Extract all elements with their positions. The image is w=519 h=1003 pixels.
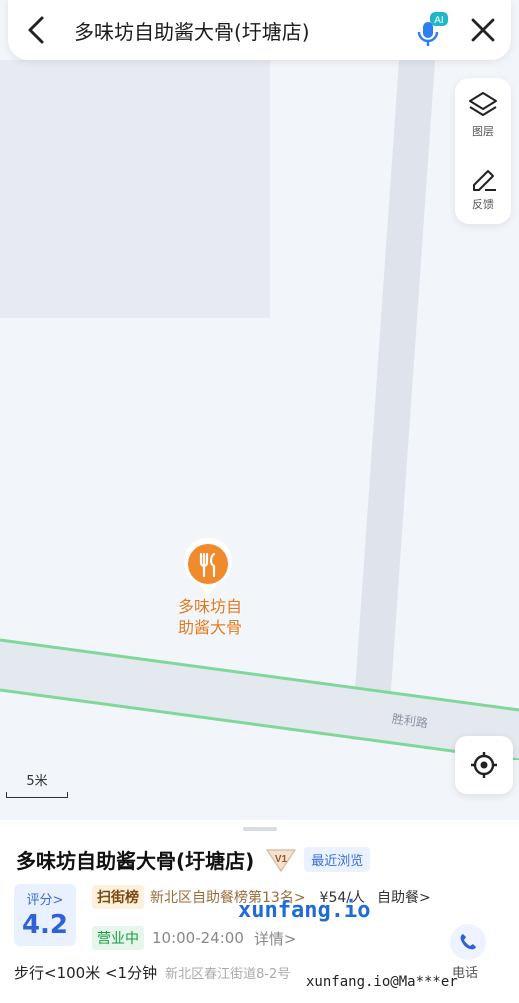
- restaurant-pin-icon[interactable]: [182, 538, 234, 598]
- watermark-corner: xunfang.io@Ma***er: [306, 974, 458, 990]
- business-hours-row: 营业中 10:00-24:00 详情>: [92, 926, 296, 950]
- open-status-badge: 营业中: [92, 926, 144, 950]
- crosshair-icon: [471, 752, 497, 778]
- search-title[interactable]: 多味坊自助酱大骨(圩塘店): [64, 16, 411, 45]
- close-icon: [471, 18, 495, 42]
- map-poi-label[interactable]: 多味坊自 助酱大骨: [160, 596, 260, 638]
- map-tools-panel: 图层 反馈: [455, 78, 511, 224]
- watermark-center: xunfang.io: [238, 898, 371, 923]
- layers-icon: [469, 92, 497, 116]
- hours-detail-link[interactable]: 详情>: [254, 928, 297, 949]
- ai-voice-icon: AI: [417, 12, 448, 46]
- opening-hours: 10:00-24:00: [152, 929, 244, 947]
- phone-icon: [460, 934, 476, 950]
- feedback-label: 反馈: [472, 198, 494, 211]
- poi-title-row: 多味坊自助酱大骨(圩塘店) V1 最近浏览: [16, 845, 371, 874]
- feedback-button[interactable]: 反馈: [455, 151, 511, 224]
- close-button[interactable]: [455, 0, 511, 60]
- recent-viewed-tag: 最近浏览: [304, 847, 371, 872]
- map-canvas[interactable]: 胜利路 多味坊自 助酱大骨 5米: [0, 0, 519, 820]
- edit-pen-icon: [473, 170, 496, 191]
- back-arrow-icon: [28, 16, 44, 44]
- walk-distance: 步行<100米 <1分钟: [14, 964, 158, 982]
- map-scale: 5米: [6, 770, 68, 798]
- vip-level-badge[interactable]: V1: [264, 847, 298, 873]
- layers-label: 图层: [472, 125, 494, 138]
- poi-name: 多味坊自助酱大骨(圩塘店): [16, 849, 255, 873]
- search-header: 多味坊自助酱大骨(圩塘店) AI: [8, 0, 511, 60]
- locate-me-button[interactable]: [455, 736, 513, 794]
- rating-value: 4.2: [21, 910, 69, 940]
- back-button[interactable]: [8, 0, 64, 60]
- rating-box[interactable]: 评分> 4.2: [14, 884, 76, 946]
- phone-button[interactable]: [450, 924, 486, 960]
- svg-text:AI: AI: [434, 15, 443, 26]
- walk-address-row: 步行<100米 <1分钟 新北区春江街道8-2号: [14, 962, 290, 983]
- category-link[interactable]: 自助餐>: [377, 887, 431, 907]
- map-building-block: [0, 60, 270, 318]
- rating-label: 评分>: [26, 893, 64, 908]
- rank-list-tag: 扫街榜: [92, 885, 144, 909]
- ai-voice-button[interactable]: AI: [411, 0, 455, 60]
- address-text: 新北区春江街道8-2号: [165, 967, 291, 982]
- svg-text:V1: V1: [275, 854, 288, 865]
- layers-button[interactable]: 图层: [455, 78, 511, 151]
- sheet-drag-handle[interactable]: [243, 827, 277, 831]
